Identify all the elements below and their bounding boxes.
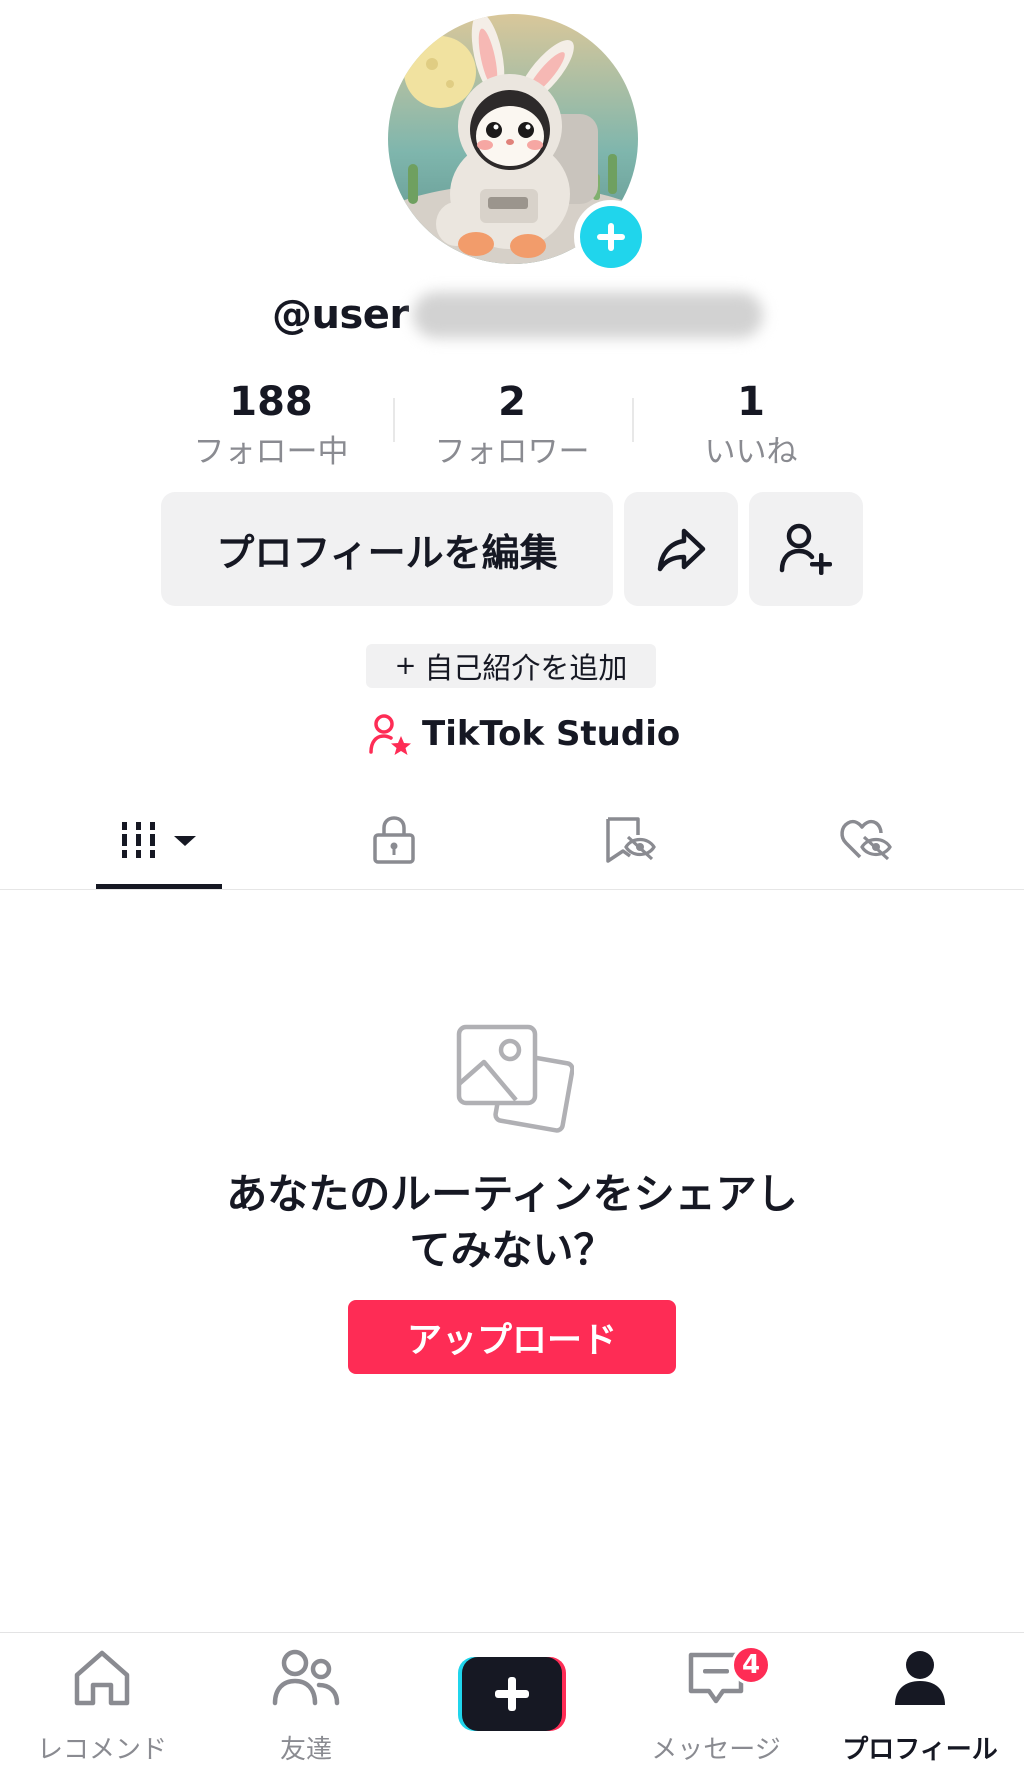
saved-hidden-icon [606,817,656,863]
empty-state-title-line2: てみない？ [409,1226,615,1274]
nav-home[interactable]: レコメンド [0,1633,204,1772]
empty-state-title: あなたのルーティンをシェアし てみない？ [112,1166,912,1278]
username-row: @user [272,290,763,340]
stat-likes[interactable]: 1 いいね [646,378,856,476]
liked-hidden-icon [840,819,892,861]
stat-divider [632,398,634,442]
add-bio-button[interactable]: + 自己紹介を追加 [366,644,656,688]
stat-followers-label: フォロワー [434,434,590,470]
nav-home-label: レコメンド [36,1735,167,1765]
empty-state-title-line1: あなたのルーティンをシェアし [226,1170,798,1218]
tiktok-studio-link[interactable]: TikTok Studio [368,706,680,762]
stat-followers[interactable]: 2 フォロワー [407,378,617,476]
friends-icon [272,1649,340,1706]
add-bio-label: 自己紹介を追加 [424,651,628,685]
add-friend-button[interactable] [749,492,863,606]
empty-state-icon-wrap [454,1022,575,1142]
create-plus-icon [458,1657,566,1731]
plus-circle-icon [597,223,625,251]
stat-following[interactable]: 188 フォロー中 [166,378,376,476]
nav-friends[interactable]: 友達 [204,1633,408,1772]
profile-icon [895,1651,945,1705]
nav-friends-label: 友達 [279,1735,332,1765]
home-icon [74,1650,130,1706]
nav-profile[interactable]: プロフィール [818,1633,1022,1772]
stat-following-label: フォロー中 [193,434,349,470]
active-tab-indicator [96,884,222,889]
nav-profile-label: プロフィール [842,1735,998,1765]
nav-create[interactable] [410,1633,614,1772]
nav-inbox[interactable]: 4 メッセージ [614,1633,818,1772]
stat-likes-count: 1 [737,379,765,425]
bottom-nav: レコメンド 友達 4 メッセージ プロフィール [0,1632,1024,1772]
avatar-container[interactable] [388,14,648,274]
stat-followers-count: 2 [498,379,526,425]
tiktok-studio-label: TikTok Studio [422,714,681,754]
tab-videos[interactable] [32,790,288,890]
edit-profile-button[interactable]: プロフィールを編集 [161,492,613,606]
tab-liked[interactable] [738,790,994,890]
tab-private[interactable] [266,790,522,890]
add-bio-plus: + [394,651,417,681]
stat-following-count: 188 [229,379,313,425]
avatar-add-button[interactable] [574,200,648,274]
videos-grid-icon [118,822,196,858]
profile-tabs [0,790,1024,890]
username-redacted [412,292,763,338]
stat-likes-label: いいね [704,434,798,470]
nav-inbox-label: メッセージ [651,1735,781,1765]
stat-divider [393,398,395,442]
tab-saved[interactable] [502,790,758,890]
photos-icon [456,1024,575,1133]
username: @user [272,292,409,338]
edit-profile-label: プロフィールを編集 [216,530,558,575]
inbox-badge: 4 [731,1645,771,1685]
creator-star-icon [369,714,411,755]
person-add-icon [779,523,832,575]
lock-icon [373,816,415,864]
share-profile-button[interactable] [624,492,738,606]
upload-button[interactable]: アップロード [348,1300,676,1374]
share-arrow-icon [657,528,706,572]
